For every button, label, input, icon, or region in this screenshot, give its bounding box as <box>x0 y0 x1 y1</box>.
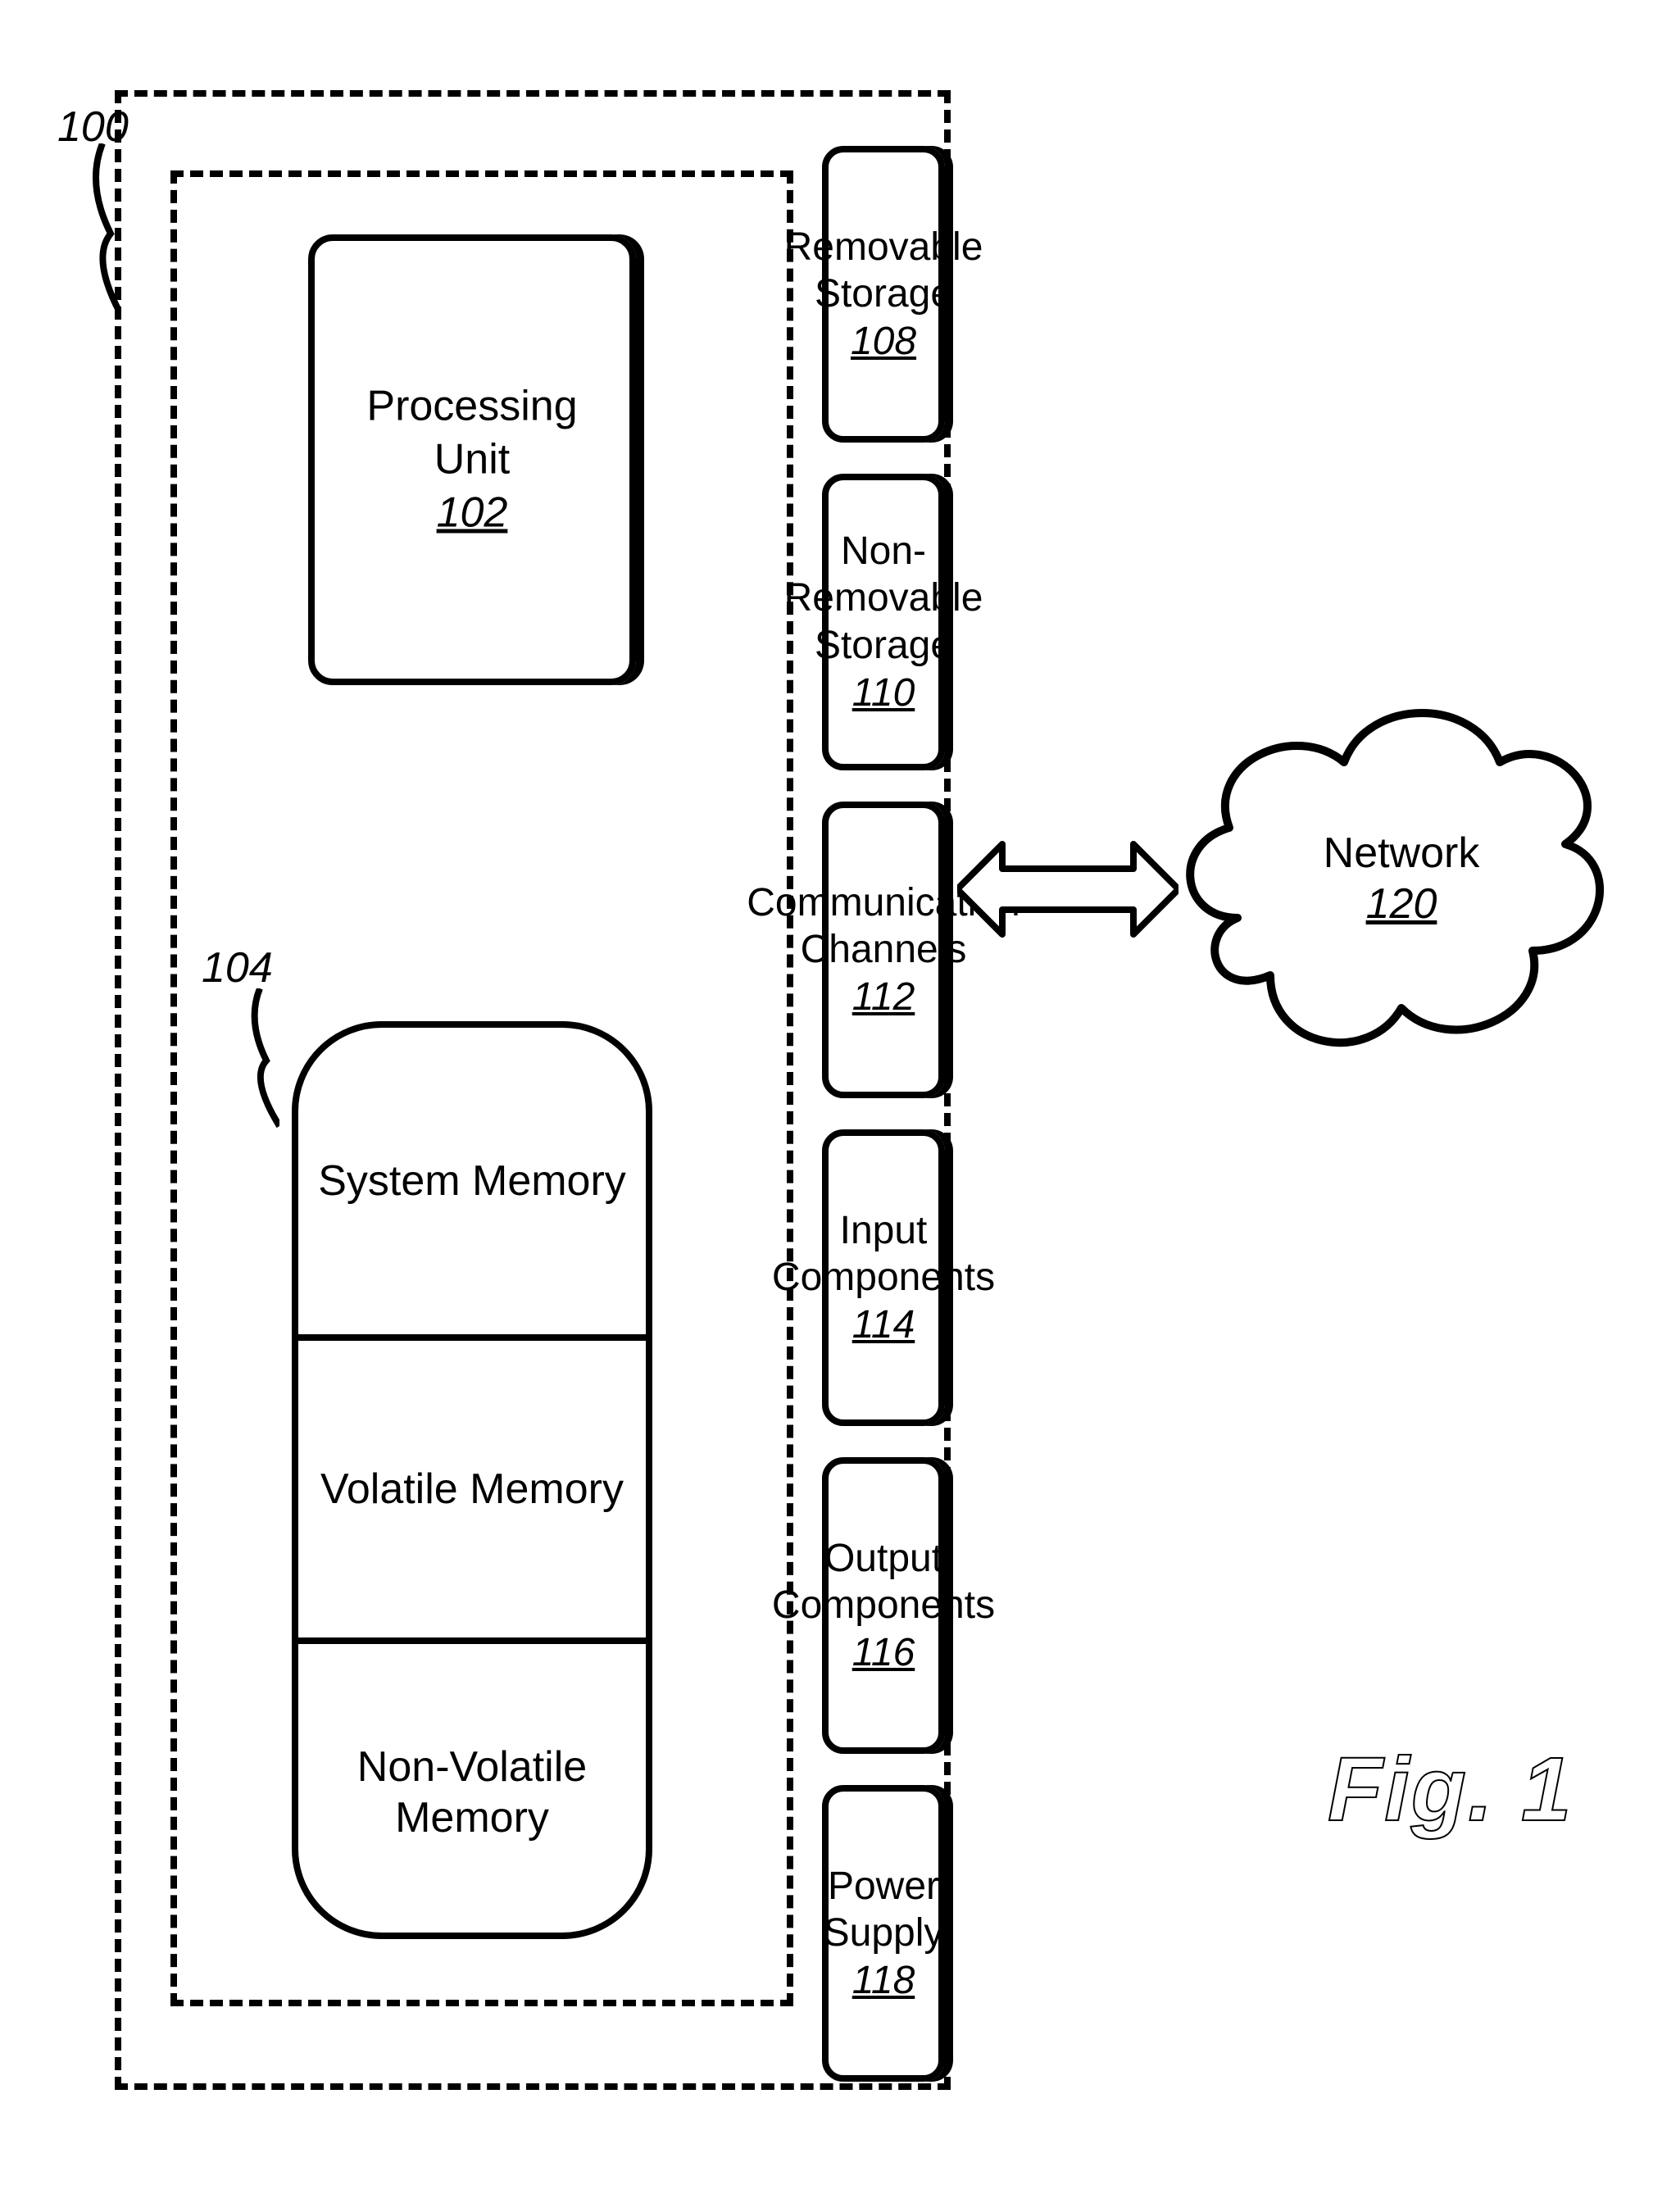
nonremovable-storage-ref: 110 <box>852 671 915 715</box>
output-components-box: Output Components 116 <box>822 1457 945 1754</box>
volatile-memory-row: Volatile Memory <box>298 1334 646 1637</box>
power-supply-box: Power Supply 118 <box>822 1785 945 2082</box>
input-components-box: Input Components 114 <box>822 1129 945 1426</box>
processing-unit-ref: 102 <box>437 489 508 537</box>
communication-channels-ref: 112 <box>852 975 915 1019</box>
system-memory-block: System Memory Volatile Memory Non-Volati… <box>292 1021 652 1939</box>
network-cloud-label-group: Network 120 <box>1278 828 1524 930</box>
basic-config-box: Processing Unit 102 104 System Memory Vo… <box>170 170 793 2006</box>
output-components-label: Output Components <box>772 1537 995 1628</box>
nonvolatile-memory-row: Non-Volatile Memory <box>298 1637 646 1939</box>
communication-channels-box: Communication Channels 112 <box>822 802 945 1098</box>
removable-storage-label: Removable Storage <box>784 225 983 316</box>
nonremovable-storage-box: Non-Removable Storage 110 <box>822 474 945 770</box>
memory-ref-label: 104 <box>202 943 273 992</box>
input-components-ref: 114 <box>852 1303 915 1347</box>
removable-storage-ref: 108 <box>851 320 916 363</box>
power-supply-label: Power Supply <box>824 1865 944 1955</box>
input-components-label: Input Components <box>772 1209 995 1300</box>
processing-unit-block: Processing Unit 102 <box>308 234 636 685</box>
network-label: Network <box>1324 829 1480 877</box>
communication-channels-label: Communication Channels <box>747 881 1020 972</box>
memory-brace <box>247 988 279 1128</box>
nonremovable-storage-label: Non-Removable Storage <box>784 529 983 667</box>
power-supply-ref: 118 <box>852 1959 915 2002</box>
processing-unit-label: Processing Unit <box>366 383 577 484</box>
patent-figure-page: 100 Processing Unit 102 104 System Memor… <box>0 0 1653 2212</box>
output-components-ref: 116 <box>852 1631 915 1674</box>
removable-storage-box: Removable Storage 108 <box>822 146 945 443</box>
system-memory-row: System Memory <box>298 1028 646 1334</box>
computing-device-box: Processing Unit 102 104 System Memory Vo… <box>115 90 951 2090</box>
network-ref: 120 <box>1366 880 1437 928</box>
figure-label: Fig. 1 <box>1328 1737 1573 1842</box>
